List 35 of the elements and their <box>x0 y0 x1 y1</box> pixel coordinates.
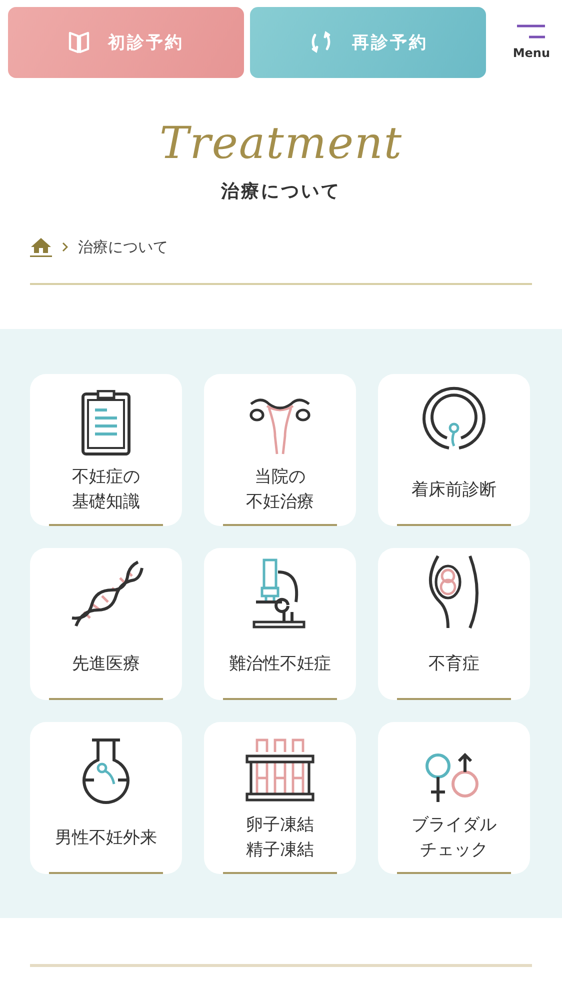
breadcrumb-current: 治療について <box>78 238 168 256</box>
book-icon <box>68 30 90 54</box>
card-label: 卵子凍結 <box>246 814 314 838</box>
treatment-card[interactable]: 不育症 <box>378 548 530 700</box>
treatment-card[interactable]: 着床前診断 <box>378 374 530 526</box>
card-label: 先進医療 <box>72 652 140 676</box>
card-label: 難治性不妊症 <box>229 652 331 676</box>
card-label: 不育症 <box>428 652 480 676</box>
menu-icon <box>515 24 548 40</box>
card-label: ブライダル <box>412 814 496 838</box>
card-label: 基礎知識 <box>72 491 140 514</box>
treatment-card[interactable]: 当院の 不妊治療 <box>204 374 356 526</box>
menu-button[interactable]: Menu <box>508 24 554 60</box>
treatment-card[interactable]: 男性不妊外来 <box>30 722 182 874</box>
microscope-icon <box>252 558 308 630</box>
chevron-icon <box>62 242 68 252</box>
card-label: 男性不妊外来 <box>55 826 157 850</box>
treatment-card[interactable]: 不妊症の 基礎知識 <box>30 374 182 526</box>
test-tube-rack-icon <box>245 738 315 804</box>
script-title: Treatment <box>158 118 404 169</box>
treatment-card[interactable]: 先進医療 <box>30 548 182 700</box>
card-label: 当院の <box>254 466 306 490</box>
page-heading: 治療について <box>220 180 342 203</box>
clipboard-icon <box>81 390 131 456</box>
card-label: チェック <box>420 839 488 862</box>
treatment-card[interactable]: ブライダル チェック <box>378 722 530 874</box>
treatment-card[interactable]: 難治性不妊症 <box>204 548 356 700</box>
treatment-card[interactable]: 卵子凍結 精子凍結 <box>204 722 356 874</box>
flask-icon <box>80 738 132 804</box>
uterus-icon <box>247 396 313 456</box>
home-icon[interactable] <box>30 237 52 257</box>
card-label: 不妊症の <box>72 466 140 490</box>
card-label: 着床前診断 <box>412 478 496 502</box>
card-label: 不妊治療 <box>246 491 314 514</box>
card-label: 精子凍結 <box>246 839 314 862</box>
